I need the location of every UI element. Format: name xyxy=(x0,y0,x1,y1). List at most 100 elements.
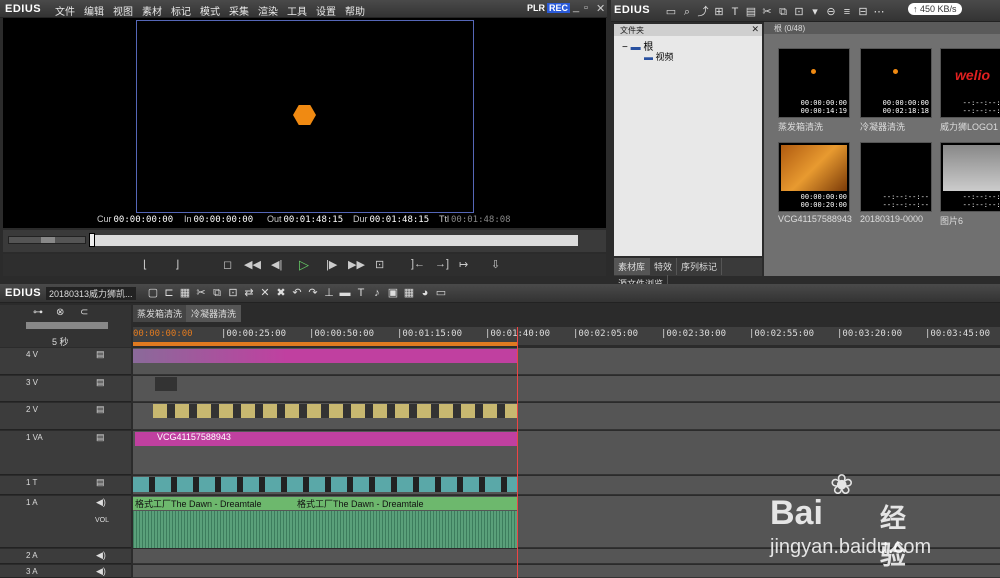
track-lock-icon[interactable]: ▤ xyxy=(96,349,105,360)
open-icon[interactable]: ⊏ xyxy=(161,286,177,299)
tree-child[interactable]: ▬ 视频 xyxy=(644,50,674,63)
fast-forward-icon[interactable]: ▶▶ xyxy=(348,258,365,271)
grid-icon[interactable]: ▦ xyxy=(401,286,417,299)
title-icon[interactable]: T xyxy=(353,287,369,299)
paste-icon[interactable]: ⊡ xyxy=(225,286,241,299)
match-frame-icon[interactable]: ↦ xyxy=(459,258,468,271)
ripple-delete-icon[interactable]: ✖ xyxy=(273,286,289,299)
properties-icon[interactable]: ≡ xyxy=(839,6,855,18)
track-lock-icon[interactable]: ▤ xyxy=(96,477,105,488)
insert-icon[interactable]: ]← xyxy=(411,258,425,270)
menu-item[interactable]: 采集 xyxy=(229,3,249,18)
cut-icon[interactable]: ✂ xyxy=(759,5,775,18)
track-lock-icon[interactable]: ▤ xyxy=(96,404,105,415)
seq-tab-2[interactable]: 冷凝器清洗 xyxy=(187,305,242,322)
track-header[interactable]: 2 A ◀) xyxy=(0,549,131,564)
search-icon[interactable]: ⌕ xyxy=(679,6,695,19)
export-icon[interactable]: ⇩ xyxy=(491,258,500,271)
track-header[interactable]: 4 V ▤ xyxy=(0,348,131,375)
marker-icon[interactable]: ▾ xyxy=(807,5,823,18)
track-header[interactable]: 1 T ▤ xyxy=(0,476,131,495)
track-lane[interactable] xyxy=(133,565,1000,578)
menu-item[interactable]: 素材 xyxy=(142,3,162,18)
step-forward-icon[interactable]: |▶ xyxy=(326,258,337,271)
stop-icon[interactable]: ◻ xyxy=(223,258,232,271)
shuttle-slider[interactable] xyxy=(8,236,86,244)
preview-monitor[interactable]: Cur 00:00:00:00 In 00:00:00:00 Out 00:01:48… xyxy=(3,18,606,228)
track-lane[interactable] xyxy=(133,376,1000,402)
track-header[interactable]: 2 V ▤ xyxy=(0,403,131,430)
position-track[interactable] xyxy=(93,235,578,246)
link-icon[interactable]: ⊗ xyxy=(56,307,64,318)
group-icon[interactable]: ▬ xyxy=(337,287,353,299)
plr-indicator[interactable]: PLR xyxy=(527,3,545,13)
track-header[interactable]: 1 VA ▤ xyxy=(0,431,131,475)
loop-icon[interactable]: ⊡ xyxy=(375,258,384,271)
bin-tab[interactable]: 素材库 xyxy=(614,258,651,275)
copy-icon[interactable]: ⧉ xyxy=(775,6,791,19)
menu-item[interactable]: 模式 xyxy=(200,3,220,18)
sync-icon[interactable]: ⊂ xyxy=(80,307,88,318)
clip-thumbnail[interactable]: 00:00:00:00 00:00:14:19 xyxy=(778,48,850,118)
color-bar-icon[interactable]: ▤ xyxy=(743,5,759,18)
track-header[interactable]: 3 A ◀) xyxy=(0,565,131,578)
new-seq-icon[interactable]: ▢ xyxy=(145,286,161,299)
track-icon[interactable]: ⊶ xyxy=(33,307,43,318)
split-icon[interactable]: ⊥ xyxy=(321,286,337,299)
rec-indicator[interactable]: REC xyxy=(547,3,571,13)
menu-item[interactable]: 编辑 xyxy=(84,3,104,18)
clip-4v[interactable] xyxy=(133,349,517,363)
track-lock-icon[interactable]: ◀) xyxy=(96,566,106,577)
track-header[interactable]: 1 A ◀) xyxy=(0,496,131,548)
set-in-icon[interactable]: ⌊ xyxy=(143,258,147,271)
menu-item[interactable]: 帮助 xyxy=(345,3,365,18)
restore-icon[interactable]: ▫ xyxy=(584,2,588,14)
clip-thumbnail[interactable]: --:--:--:----:--:--:-- xyxy=(860,142,932,212)
clip-1a-b[interactable]: 格式工厂The Dawn - Dreamtale xyxy=(293,497,517,510)
bin-tab[interactable]: 特效 xyxy=(650,258,678,275)
clip-thumbnail[interactable]: welio --:--:--:----:--:--:-- xyxy=(940,48,1000,118)
clip-1t[interactable] xyxy=(133,477,517,492)
menu-item[interactable]: 视图 xyxy=(113,3,133,18)
waveform[interactable] xyxy=(133,511,517,548)
add-clip-icon[interactable]: ⊞ xyxy=(711,5,727,18)
clip-thumbnail[interactable]: 00:00:00:00 00:00:20:00 xyxy=(778,142,850,212)
playhead-marker[interactable] xyxy=(89,233,95,247)
bin-tab[interactable]: 序列标记 xyxy=(677,258,723,275)
scrub-bar[interactable] xyxy=(3,230,606,252)
clip-1va[interactable]: VCG41157588943 xyxy=(135,432,517,446)
clip-3v[interactable] xyxy=(155,377,177,391)
seq-tab-1[interactable]: 蒸发箱清洗 xyxy=(133,305,188,322)
mic-icon[interactable]: ♪ xyxy=(369,287,385,299)
clip-thumbnail[interactable]: 00:00:00:00 00:02:18:18 xyxy=(860,48,932,118)
folder-close-icon[interactable]: ✕ xyxy=(751,24,759,35)
save-icon[interactable]: ▦ xyxy=(177,286,193,299)
step-back-icon[interactable]: ◀| xyxy=(271,258,282,271)
title-icon[interactable]: T xyxy=(727,6,743,18)
minimize-icon[interactable]: _ xyxy=(573,1,579,13)
replace-icon[interactable]: ⇄ xyxy=(241,286,257,299)
track-lock-icon[interactable]: ▤ xyxy=(96,377,105,388)
set-out-icon[interactable]: ⌋ xyxy=(175,258,179,271)
redo-icon[interactable]: ↷ xyxy=(305,286,321,299)
delete-icon[interactable]: ✕ xyxy=(257,286,273,299)
menu-item[interactable]: 设置 xyxy=(316,3,336,18)
zoom-slider[interactable] xyxy=(26,322,108,329)
view-icon[interactable]: ⊟ xyxy=(855,5,871,18)
render-icon[interactable]: ▣ xyxy=(385,286,401,299)
menu-item[interactable]: 渲染 xyxy=(258,3,278,18)
track-lock-icon[interactable]: ◀) xyxy=(96,550,106,561)
timeline-cursor[interactable] xyxy=(517,327,518,578)
folder-icon[interactable]: ▭ xyxy=(663,5,679,18)
menu-item[interactable]: 文件 xyxy=(55,3,75,18)
menu-item[interactable]: 工具 xyxy=(287,3,307,18)
copy-icon[interactable]: ⧉ xyxy=(209,287,225,300)
track-header[interactable]: 3 V ▤ xyxy=(0,376,131,402)
menu-item[interactable]: 标记 xyxy=(171,3,191,18)
track-lock-icon[interactable]: ◀) xyxy=(96,497,106,508)
track-lock-icon[interactable]: ▤ xyxy=(96,432,105,443)
layout-icon[interactable]: ▭ xyxy=(433,286,449,299)
play-icon[interactable]: ▷ xyxy=(299,257,309,273)
paste-icon[interactable]: ⊡ xyxy=(791,5,807,18)
close-icon[interactable]: ✕ xyxy=(596,2,605,15)
